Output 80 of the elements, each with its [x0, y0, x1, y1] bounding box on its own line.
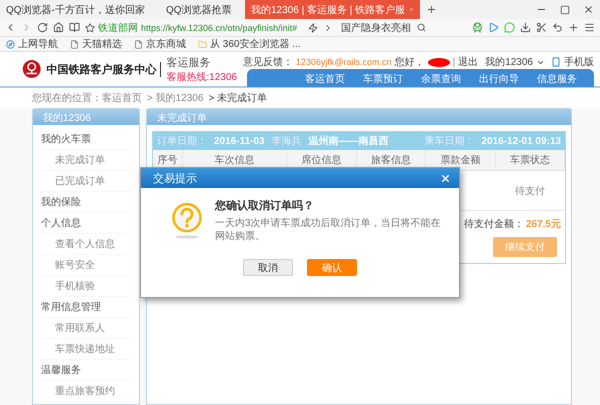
close-icon — [409, 5, 414, 14]
bookmark[interactable]: 京东商城 — [134, 37, 186, 51]
dialog-title: 交易提示 — [153, 172, 197, 186]
bookmark[interactable]: 天猫精选 — [70, 37, 122, 51]
feedback-email-link[interactable]: 12306yjfk@rails.com.cn — [296, 57, 392, 67]
ride-date-label: 乘车日期： — [424, 134, 474, 148]
play-icon[interactable] — [488, 22, 499, 33]
sidebar-item[interactable]: 我的保险 — [40, 192, 132, 213]
browser-tab[interactable]: QQ浏览器抢票 — [160, 0, 245, 19]
search-icon — [417, 23, 426, 32]
dialog-note: 一天内3次申请车票成功后取消订单，当日将不能在网站购票。 — [215, 217, 442, 243]
feedback-label: 意见反馈： — [242, 56, 293, 69]
passenger-name: 李海兵 — [272, 134, 302, 148]
nav-link[interactable]: 车票预订 — [354, 69, 412, 87]
bookmark[interactable]: 上网导航 — [6, 37, 58, 51]
sidebar-subitem[interactable]: 账号安全 — [40, 255, 132, 276]
sidebar-subitem[interactable]: 查看个人信息 — [40, 234, 132, 255]
undo-icon[interactable] — [552, 22, 563, 33]
lightning-icon[interactable] — [308, 22, 318, 32]
maximize-icon[interactable] — [560, 4, 570, 14]
page-icon — [70, 40, 79, 48]
separator: | — [452, 56, 456, 68]
redacted-name — [428, 58, 450, 66]
sidebar-subitem[interactable]: 车票快递地址 — [40, 339, 132, 360]
column-header: 车票状态 — [496, 150, 565, 170]
ride-date: 2016-12-01 09:13 — [481, 136, 561, 146]
site-name: 中国铁路客户服务中心 — [46, 62, 162, 76]
nav-link[interactable]: 余票查询 — [412, 69, 470, 87]
cancel-button[interactable]: 取消 — [243, 259, 293, 276]
url-field[interactable]: https://kyfw.12306.cn/otn/payfinish/init# — [141, 22, 298, 32]
download-icon[interactable] — [520, 22, 531, 33]
nav-link[interactable]: 出行向导 — [470, 69, 528, 87]
sidebar-item[interactable]: 我的火车票 — [40, 129, 132, 150]
order-date: 2016-11-03 — [214, 136, 265, 146]
star-icon[interactable] — [85, 22, 95, 32]
site-label: 铁道部网 — [98, 22, 138, 34]
train-icon[interactable] — [472, 22, 483, 33]
folder-icon — [198, 40, 207, 48]
account-menu[interactable]: 我的12306 — [485, 55, 533, 69]
plus-icon[interactable] — [568, 22, 579, 33]
breadcrumb-link[interactable]: 您现在的位置：客运首页 — [32, 91, 142, 105]
greeting: 您好， — [394, 56, 425, 69]
new-tab-icon[interactable] — [426, 4, 437, 15]
scissors-icon[interactable] — [536, 22, 547, 33]
close-icon[interactable] — [583, 4, 594, 15]
sidebar-item[interactable]: 个人信息 — [40, 213, 132, 234]
logout-link[interactable]: 退出 — [458, 55, 478, 69]
phone-icon — [551, 57, 561, 67]
menu-icon[interactable] — [584, 22, 595, 33]
search-field[interactable]: 国产隐身衣亮相 — [338, 20, 430, 34]
hotline: 客服热线:12306 — [166, 70, 237, 84]
sidebar-item[interactable]: 常用信息管理 — [40, 297, 132, 318]
route: 温州南——南昌西 — [308, 134, 389, 148]
sidebar-title: 我的12306 — [33, 109, 139, 125]
due-label: 待支付金额： — [464, 218, 524, 231]
date-label: 订单日期： — [157, 134, 207, 148]
sidebar-subitem[interactable]: 手机核验 — [40, 276, 132, 297]
bookmark[interactable]: 从 360安全浏览器 ... — [198, 37, 301, 51]
close-button[interactable] — [440, 172, 451, 184]
nav-link[interactable]: 信息服务 — [528, 69, 586, 87]
browser-tab[interactable]: 我的12306 | 客运服务 | 铁路客户服 — [245, 0, 420, 19]
dialog-question: 您确认取消订单吗？ — [215, 198, 315, 213]
home-icon[interactable] — [53, 22, 64, 33]
confirm-button[interactable]: 确认 — [307, 259, 357, 276]
panel-title: 未完成订单 — [147, 109, 571, 125]
browser-tab[interactable]: QQ浏览器-千方百计，送你回家 — [0, 0, 160, 19]
book-icon[interactable] — [69, 22, 80, 33]
sidebar-subitem[interactable]: 常用联系人 — [40, 318, 132, 339]
section-title: 客运服务 — [166, 56, 212, 70]
mobile-link[interactable]: 手机版 — [564, 55, 594, 69]
sidebar-subitem[interactable]: 未完成订单 — [40, 150, 132, 171]
due-amount: 267.5元 — [526, 218, 561, 231]
page-icon — [134, 40, 143, 48]
sidebar-subitem[interactable]: 重点旅客预约 — [40, 381, 132, 402]
nav-link[interactable]: 客运首页 — [296, 69, 354, 87]
sidebar-subitem[interactable]: 已完成订单 — [40, 171, 132, 192]
sidebar-item[interactable]: 温馨服务 — [40, 360, 132, 381]
breadcrumb-link[interactable]: > 我的12306 — [147, 91, 204, 105]
reload-icon[interactable] — [37, 22, 48, 33]
ticket-status: 待支付 — [514, 184, 546, 198]
